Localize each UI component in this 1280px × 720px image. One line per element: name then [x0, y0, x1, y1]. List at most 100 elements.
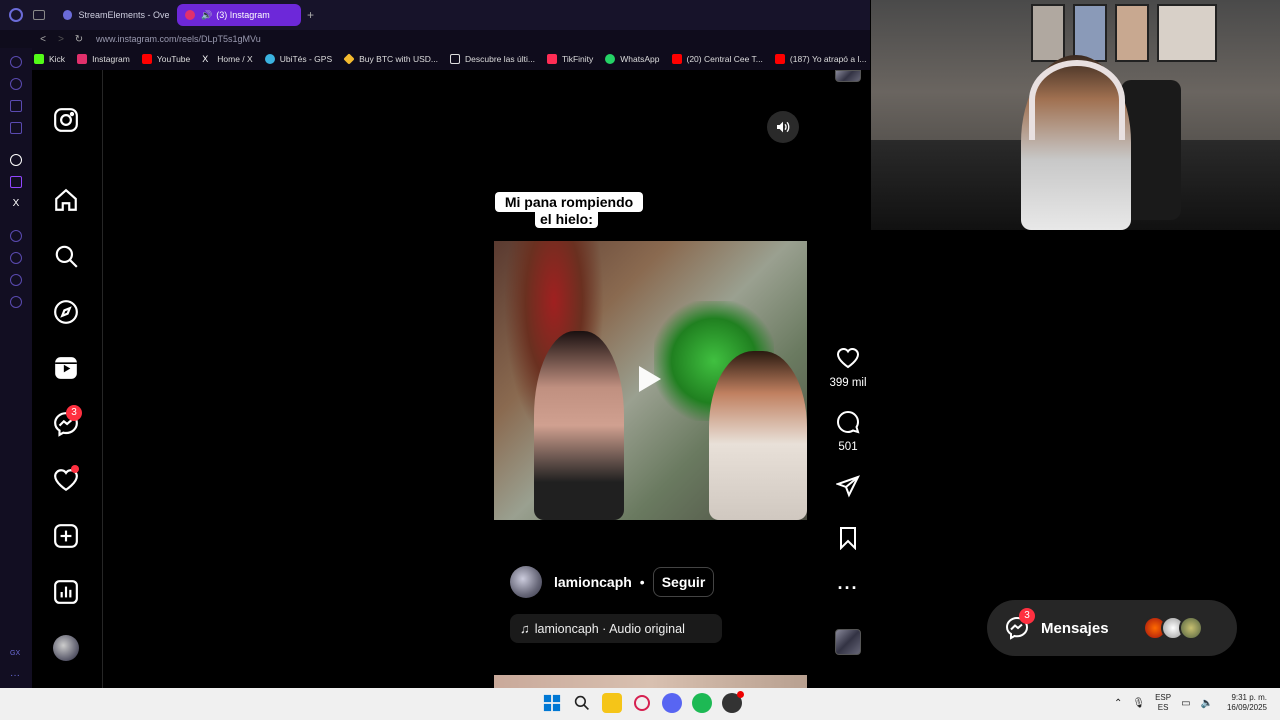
history-icon[interactable]: [10, 252, 22, 264]
follow-button[interactable]: Seguir: [652, 567, 715, 597]
author-name[interactable]: lamioncaph: [554, 574, 632, 590]
woman-image: [534, 331, 624, 520]
next-reel-preview[interactable]: [494, 675, 807, 688]
gx-icon[interactable]: GX: [10, 650, 22, 662]
tikfinity-icon: [546, 54, 557, 64]
spotify-icon[interactable]: [692, 693, 712, 713]
message-avatars: [1143, 616, 1203, 640]
instagram-sidebar: 3: [32, 70, 103, 688]
notifications-heart-icon[interactable]: [53, 465, 79, 493]
discord-icon[interactable]: [662, 693, 682, 713]
comment-action[interactable]: 501: [825, 410, 871, 453]
messenger-icon[interactable]: 3: [53, 405, 82, 437]
save-action[interactable]: [825, 526, 871, 555]
play-icon[interactable]: [639, 366, 661, 392]
bookmark-youtube[interactable]: YouTube: [141, 54, 190, 64]
ubites-icon: [264, 54, 275, 64]
system-tray: ⌃ 🎙 ESP ES ▭ 🔈 9:31 p. m. 16/09/2025: [1114, 693, 1267, 713]
forward-button[interactable]: >: [52, 34, 70, 45]
tab-island-icon[interactable]: [33, 10, 45, 20]
twitch-icon[interactable]: [10, 176, 22, 188]
audio-thumbnail[interactable]: [835, 629, 861, 655]
search-icon[interactable]: [53, 243, 79, 269]
kick-sidebar-icon[interactable]: [10, 154, 22, 166]
profile-avatar[interactable]: [53, 635, 79, 661]
man-image: [709, 351, 807, 520]
messages-badge: 3: [66, 405, 82, 421]
chat-icon[interactable]: [10, 100, 22, 112]
bookmark-tikfinity[interactable]: TikFinity: [546, 54, 593, 64]
instagram-logo-icon[interactable]: [53, 107, 79, 133]
bookmark-descubre[interactable]: Descubre las últi...: [450, 54, 535, 64]
back-button[interactable]: <: [34, 34, 52, 45]
new-tab-button[interactable]: +: [307, 8, 314, 22]
reel-video[interactable]: [494, 241, 807, 520]
create-icon[interactable]: [53, 523, 79, 549]
separator-dot: •: [639, 574, 645, 590]
reel-actions: 399 mil 501 ···: [825, 70, 871, 688]
caption-line1: Mi pana rompiendo: [495, 192, 643, 212]
previous-reel-thumbnail[interactable]: [835, 70, 861, 82]
messenger-icon: 3: [1005, 608, 1035, 640]
binance-icon: [343, 53, 355, 65]
youtube-icon: [671, 54, 682, 64]
audio-pill[interactable]: ♫ lamioncaph · Audio original: [510, 614, 722, 643]
url-field[interactable]: www.instagram.com/reels/DLpT5s1gMVu: [96, 34, 261, 44]
search-icon[interactable]: [572, 693, 592, 713]
reel-author: lamioncaph • Seguir: [510, 566, 715, 598]
volume-icon[interactable]: 🔈: [1201, 698, 1213, 709]
file-explorer-icon[interactable]: [602, 693, 622, 713]
windows-start-icon[interactable]: [542, 693, 562, 713]
opera-logo-icon[interactable]: [9, 8, 23, 22]
share-action[interactable]: [825, 474, 871, 503]
settings-icon[interactable]: [10, 296, 22, 308]
bookmark-kick[interactable]: Kick: [34, 54, 65, 64]
explore-icon[interactable]: [53, 299, 79, 325]
youtube-icon: [141, 54, 152, 64]
taskbar-apps: [542, 691, 744, 713]
messenger-icon[interactable]: [10, 78, 22, 90]
microphone-icon[interactable]: 🎙: [1132, 698, 1145, 709]
mail-icon[interactable]: [10, 122, 22, 134]
author-avatar[interactable]: [510, 566, 542, 598]
bookmark-x[interactable]: X Home / X: [202, 54, 252, 64]
youtube-icon: [774, 54, 785, 64]
messages-pill[interactable]: 3 Mensajes: [987, 600, 1237, 656]
dashboard-icon[interactable]: [53, 579, 79, 605]
reload-button[interactable]: ↻: [70, 34, 88, 45]
speaker-icon[interactable]: 🔊: [201, 10, 212, 21]
speaker-icon: [777, 121, 790, 133]
obs-icon[interactable]: [722, 691, 744, 713]
home-icon[interactable]: [53, 187, 79, 213]
more-options-icon[interactable]: ···: [825, 578, 871, 599]
mute-button[interactable]: [767, 111, 799, 143]
network-icon[interactable]: ▭: [1181, 698, 1190, 709]
bookmark-binance[interactable]: Buy BTC with USD...: [343, 53, 438, 65]
bookmark-whatsapp[interactable]: WhatsApp: [605, 54, 660, 64]
more-icon[interactable]: ···: [10, 671, 22, 684]
tab-streamelements[interactable]: StreamElements - Overlay: [55, 4, 177, 26]
player-icon[interactable]: [10, 230, 22, 242]
bookmark-yo-atrapo[interactable]: (187) Yo atrapó a l...: [774, 54, 866, 64]
whatsapp-icon: [605, 54, 616, 64]
tab-label: (3) Instagram: [216, 10, 270, 20]
opera-gx-icon[interactable]: [632, 693, 652, 713]
avatar: [1179, 616, 1203, 640]
chevron-up-icon[interactable]: ⌃: [1114, 698, 1122, 709]
bookmark-instagram[interactable]: Instagram: [77, 54, 130, 64]
music-note-icon: ♫: [520, 621, 530, 636]
opera-sidebar: X GX ···: [0, 48, 32, 688]
extensions-icon[interactable]: [10, 274, 22, 286]
x-sidebar-icon[interactable]: X: [10, 198, 22, 210]
language-indicator[interactable]: ESP ES: [1155, 693, 1171, 713]
tab-instagram[interactable]: 🔊 (3) Instagram: [177, 4, 301, 26]
heart-icon: [836, 347, 860, 369]
clock[interactable]: 9:31 p. m. 16/09/2025: [1223, 693, 1267, 713]
reels-icon[interactable]: [53, 355, 79, 381]
refresh-icon[interactable]: [10, 56, 22, 68]
browser-tab-bar: StreamElements - Overlay 🔊 (3) Instagram…: [0, 0, 870, 30]
caption-line2: el hielo:: [535, 210, 598, 228]
bookmark-ubites[interactable]: UbiTés - GPS: [264, 54, 332, 64]
like-action[interactable]: 399 mil: [825, 346, 871, 389]
bookmark-central-cee[interactable]: (20) Central Cee T...: [671, 54, 763, 64]
